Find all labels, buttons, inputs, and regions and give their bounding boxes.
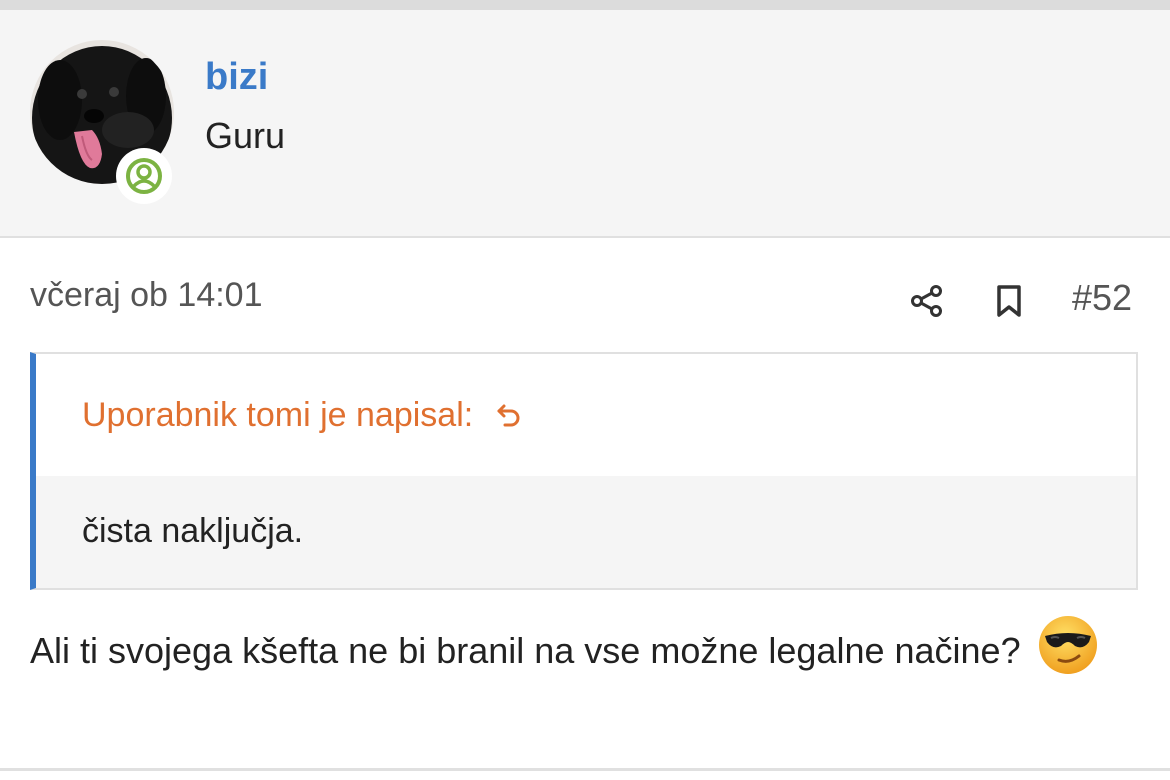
bookmark-button[interactable] <box>988 280 1030 322</box>
quote-text: čista naključja. <box>82 512 304 550</box>
bottom-divider <box>0 768 1170 771</box>
top-strip <box>0 0 1170 10</box>
cool-sunglasses-emoji-icon <box>1037 614 1099 693</box>
online-status-badge <box>116 148 172 204</box>
post-timestamp[interactable]: včeraj ob 14:01 <box>30 274 263 316</box>
online-user-icon <box>126 158 162 194</box>
bookmark-icon <box>997 285 1021 317</box>
post-message: Ali ti svojega kšefta ne bi branil na vs… <box>30 614 1140 693</box>
username-link[interactable]: bizi <box>205 54 268 100</box>
quote-attribution-link[interactable]: Uporabnik tomi je napisal: <box>82 394 523 436</box>
quote-content: čista naključja. <box>36 476 1136 588</box>
post-message-text: Ali ti svojega kšefta ne bi branil na vs… <box>30 630 1021 672</box>
share-icon <box>911 285 942 317</box>
post-number-link[interactable]: #52 <box>1072 276 1132 320</box>
quote-header: Uporabnik tomi je napisal: <box>36 354 1136 476</box>
jump-to-quote-icon[interactable] <box>495 401 523 429</box>
user-title: Guru <box>205 115 286 156</box>
quote-block: Uporabnik tomi je napisal: čista naključ… <box>30 352 1138 590</box>
share-button[interactable] <box>906 280 948 322</box>
quote-attribution-text: Uporabnik tomi je napisal: <box>82 396 474 434</box>
post-user-header: bizi Guru <box>0 10 1170 238</box>
post-body: včeraj ob 14:01 #52 Uporabnik tomi je na… <box>0 238 1170 770</box>
